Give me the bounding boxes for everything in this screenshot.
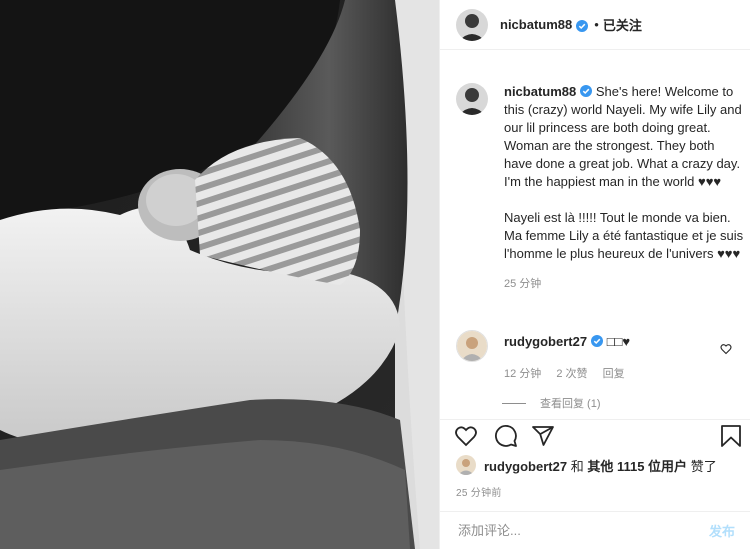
photo-image: [0, 0, 439, 549]
author-avatar[interactable]: [456, 8, 488, 41]
comment-text-line: rudygobert27 □□♥: [504, 333, 744, 351]
replies-divider-line: [502, 402, 526, 404]
verified-badge-icon: [576, 19, 589, 32]
follow-status-button[interactable]: 已关注: [603, 15, 642, 34]
likes-and: 和: [570, 458, 584, 474]
commenter-username[interactable]: rudygobert27: [504, 334, 587, 349]
comment-meta: 12 分钟 2 次赞 回复: [504, 365, 744, 381]
comment-likes[interactable]: 2 次赞: [556, 368, 587, 380]
likes-liked: 赞了: [690, 458, 717, 474]
caption-body: nicbatum88 She's here! Welcome to this (…: [504, 83, 744, 291]
share-icon[interactable]: [531, 424, 555, 453]
verified-badge-icon: [580, 84, 593, 97]
caption-text-en: nicbatum88 She's here! Welcome to this (…: [504, 83, 744, 191]
commenter-avatar[interactable]: [456, 330, 488, 362]
liker-avatar[interactable]: [456, 455, 476, 475]
author-username[interactable]: nicbatum88: [500, 17, 572, 32]
comment-time: 12 分钟: [504, 368, 542, 380]
caption-english: She's here! Welcome to this (crazy) worl…: [504, 84, 742, 189]
small-heart-icon[interactable]: [720, 342, 732, 360]
comment-input[interactable]: [456, 522, 709, 539]
action-bar: [440, 419, 750, 450]
caption-french: Nayeli est là !!!!! Tout le monde va bie…: [504, 210, 744, 261]
follow-separator: •: [594, 17, 599, 32]
view-replies-button[interactable]: 查看回复 (1): [502, 395, 601, 411]
add-comment-bar: 发布: [440, 511, 750, 549]
comment-text: □□♥: [606, 334, 631, 349]
comment-icon[interactable]: [494, 424, 518, 453]
post-photo[interactable]: [0, 0, 439, 549]
reply-button[interactable]: 回复: [603, 368, 625, 380]
heart-icon[interactable]: [454, 424, 478, 453]
caption-avatar[interactable]: [456, 83, 488, 115]
liker-username[interactable]: rudygobert27: [484, 459, 567, 474]
post-timestamp[interactable]: 25 分钟前: [456, 484, 502, 499]
verified-badge-icon: [591, 334, 604, 347]
bookmark-icon[interactable]: [720, 424, 742, 453]
likes-others-button[interactable]: 其他 1115 位用户: [587, 459, 687, 474]
likes-text: rudygobert27 和 其他 1115 位用户 赞了: [484, 456, 717, 475]
post-header: nicbatum88 • 已关注: [440, 0, 750, 50]
caption-username[interactable]: nicbatum88: [504, 84, 576, 99]
view-replies-label: 查看回复 (1): [540, 398, 601, 410]
post-comment-button[interactable]: 发布: [709, 521, 735, 540]
comment-body: rudygobert27 □□♥ 12 分钟 2 次赞 回复: [504, 333, 744, 381]
comments-section: nicbatum88 She's here! Welcome to this (…: [440, 50, 750, 419]
caption-time: 25 分钟: [504, 278, 542, 290]
post-details-panel: nicbatum88 • 已关注 nicbatum88 She's here! …: [439, 0, 750, 549]
likes-summary: rudygobert27 和 其他 1115 位用户 赞了: [456, 455, 717, 475]
